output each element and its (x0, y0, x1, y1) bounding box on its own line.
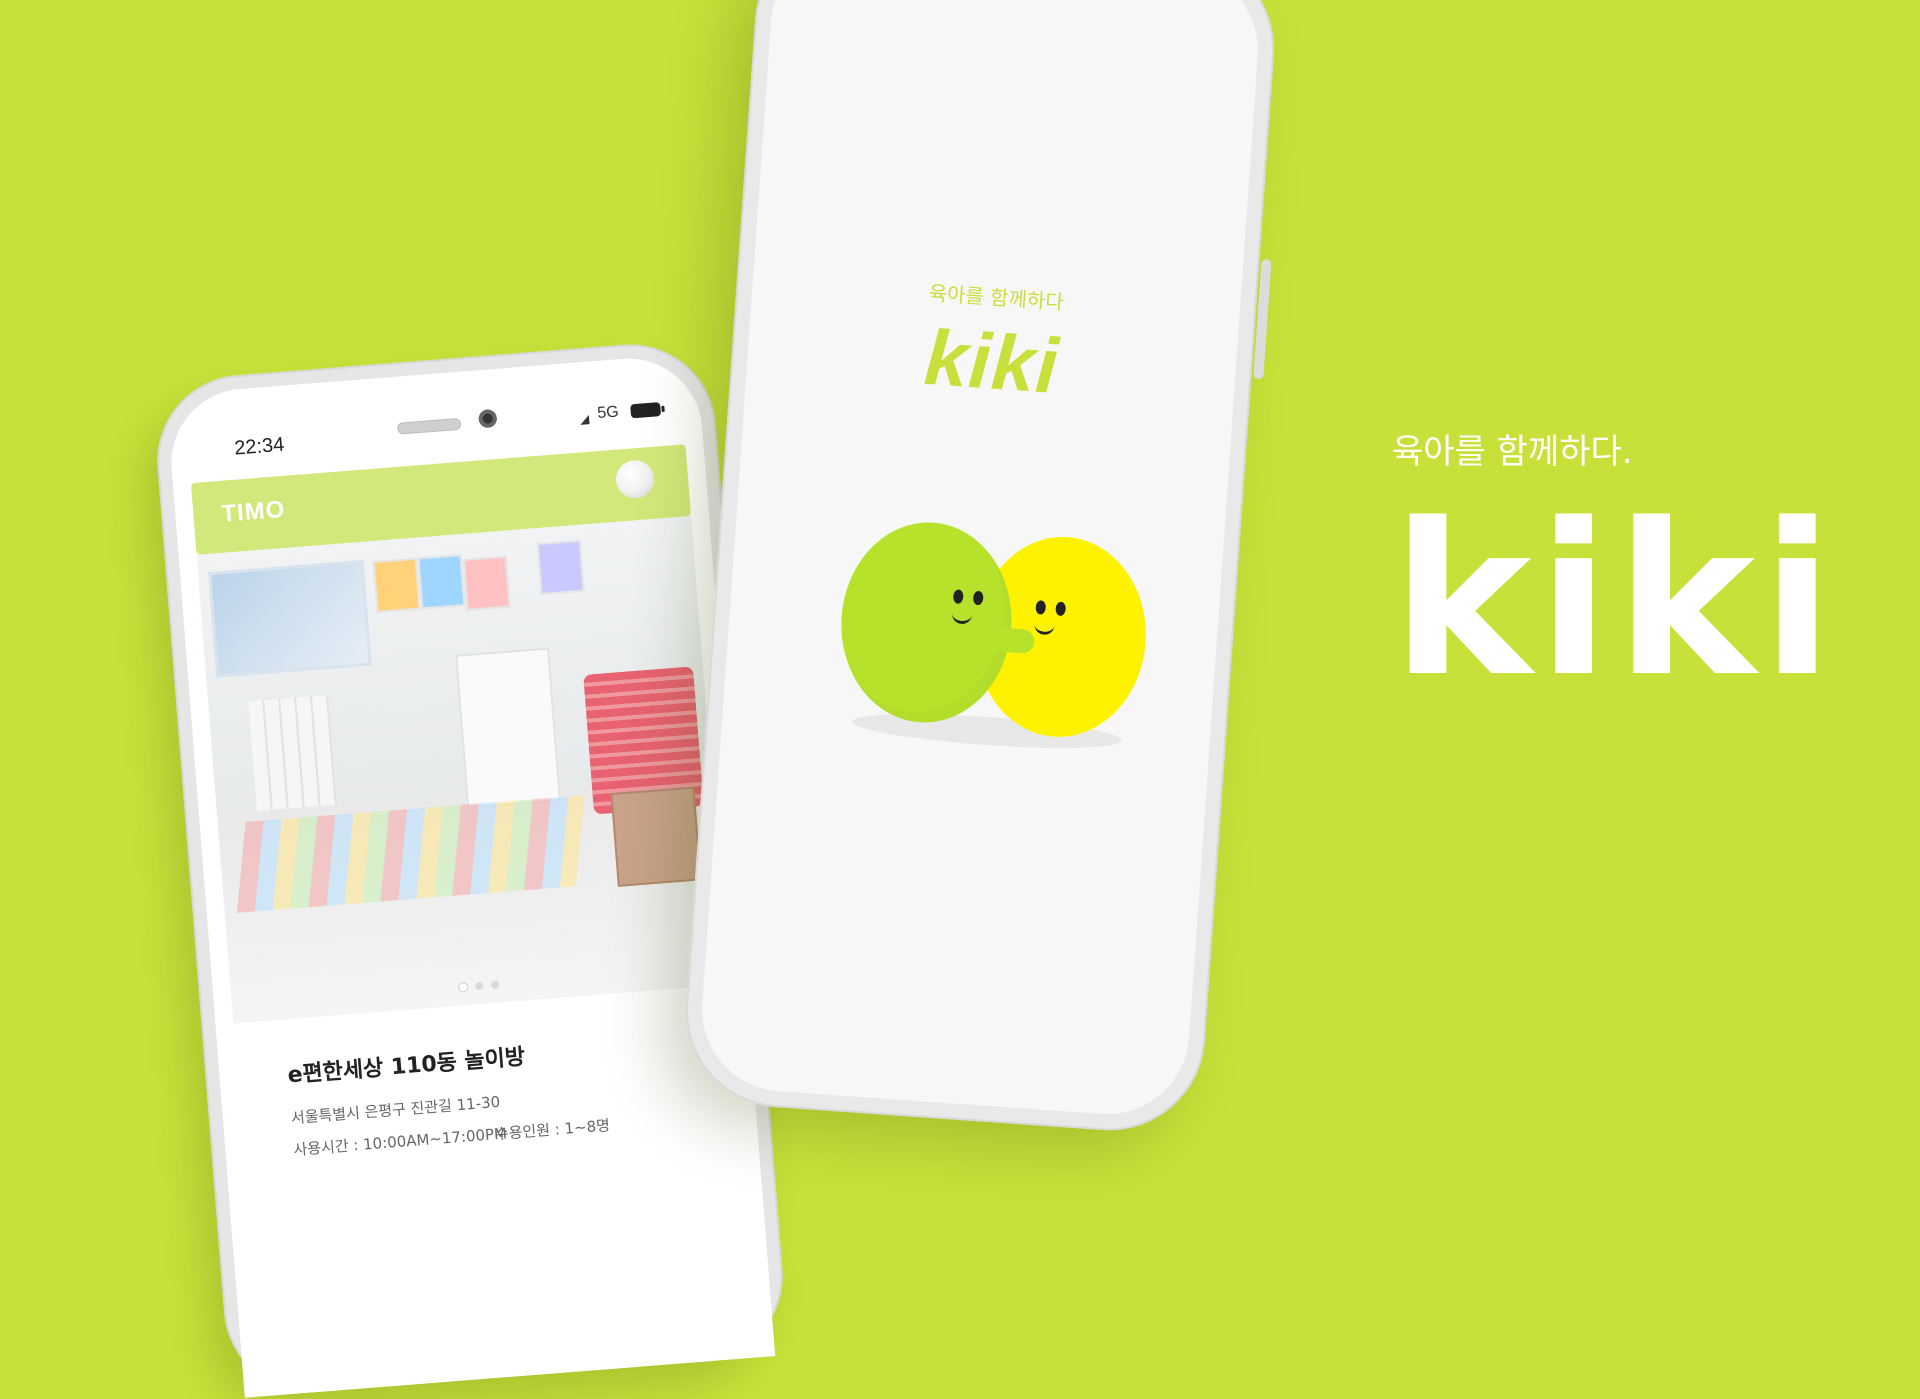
green-mascot-eyes (952, 589, 984, 606)
mascot-illustration (832, 516, 1153, 777)
side-button (1253, 258, 1272, 380)
carousel-dot[interactable] (490, 980, 500, 990)
middle-phone: 육아를 함께하다 kiki (679, 0, 1281, 1137)
carousel-dot[interactable] (474, 981, 484, 991)
brand-tagline: 육아를 함께하다. (1392, 432, 1633, 472)
yellow-mascot-eyes (1035, 600, 1067, 617)
eye-icon (972, 590, 984, 606)
place-address: 서울특별시 은평구 진관길 11-30 (290, 1092, 501, 1128)
app-logo[interactable]: TIMO (220, 496, 286, 529)
photo-poster (536, 539, 585, 596)
photo-radiator (248, 695, 337, 811)
eye-icon (952, 589, 964, 604)
network-label: 5G (596, 403, 620, 423)
place-title[interactable]: e편한세상 110동 놀이방 (286, 1039, 526, 1090)
brand-logo: kiki (1392, 478, 1840, 723)
middle-phone-screen: 육아를 함께하다 kiki (696, 0, 1264, 1120)
photo-poster (462, 555, 511, 611)
left-phone: 22:34 ◢ 5G TIMO e편한세상 110동 놀이방 서울특별시 은평구… (150, 338, 790, 1399)
place-capacity: 수용인원 : 1~8명 (494, 1116, 611, 1144)
status-time: 22:34 (233, 433, 286, 460)
camera-icon (478, 408, 498, 429)
eye-icon (1055, 601, 1067, 617)
eye-icon (1035, 600, 1047, 615)
photo-world-map (207, 559, 372, 678)
image-carousel[interactable] (196, 515, 728, 1024)
left-phone-screen: 22:34 ◢ 5G TIMO e편한세상 110동 놀이방 서울특별시 은평구… (165, 353, 776, 1398)
avatar-icon[interactable] (614, 458, 656, 500)
photo-poster (372, 557, 421, 613)
yellow-mascot-smile (1033, 621, 1055, 636)
place-hours: 사용시간 : 10:00AM~17:00PM (292, 1124, 508, 1160)
photo-poster (417, 554, 466, 610)
photo-shelf (455, 647, 562, 809)
battery-icon (630, 402, 662, 419)
speaker-icon (396, 417, 462, 435)
carousel-dot[interactable] (459, 983, 468, 992)
green-mascot-arm (989, 627, 1036, 655)
signal-icon: ◢ (579, 411, 590, 427)
green-mascot-smile (951, 610, 973, 625)
photo-toy-box (610, 786, 702, 887)
